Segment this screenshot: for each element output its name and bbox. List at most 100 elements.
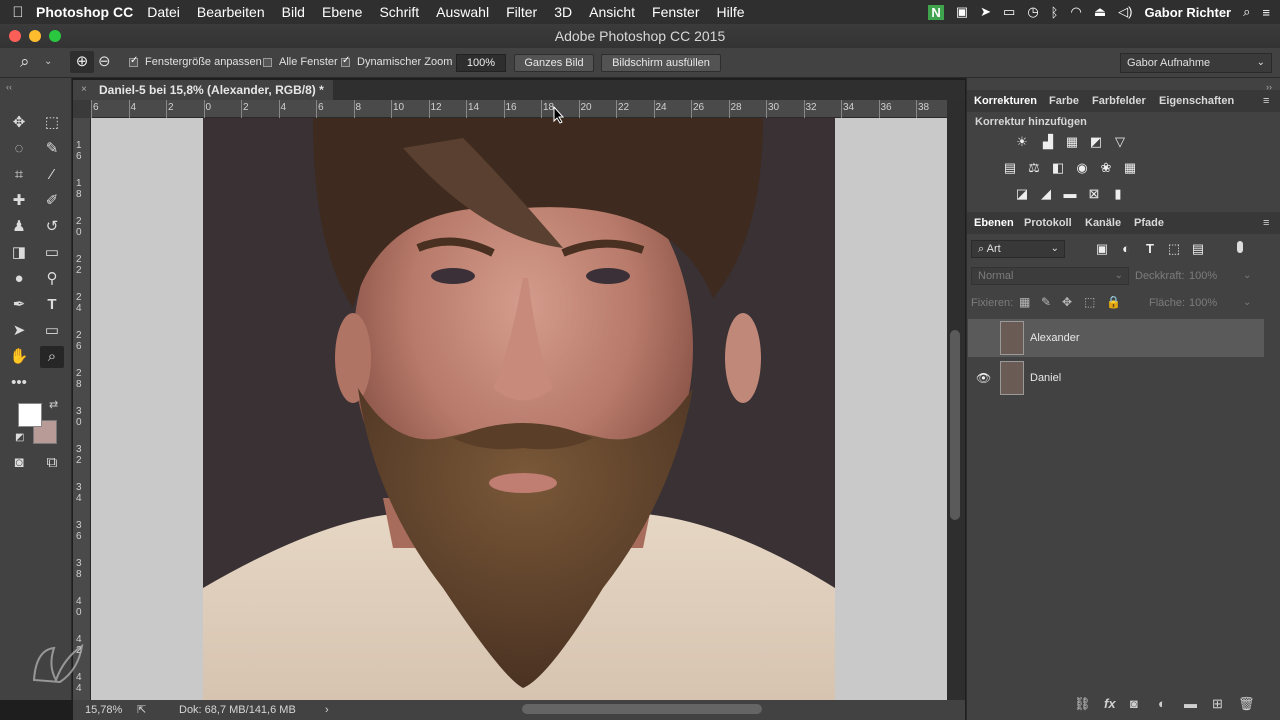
- ruler-origin[interactable]: [73, 100, 91, 118]
- new-layer-icon[interactable]: ⊞: [1212, 696, 1223, 712]
- tab-kanaele[interactable]: Kanäle: [1085, 217, 1121, 229]
- app-menu[interactable]: Photoshop CC: [36, 4, 133, 20]
- color-balance-icon[interactable]: ⚖: [1025, 160, 1043, 176]
- zoom-status[interactable]: 15,78%: [85, 700, 122, 720]
- chevron-down-icon[interactable]: ⌄: [1243, 270, 1251, 281]
- black-white-icon[interactable]: ◧: [1049, 160, 1067, 176]
- filter-toggle[interactable]: [1237, 241, 1243, 253]
- path-selection-tool-icon[interactable]: ➤: [7, 320, 31, 342]
- panel-menu-icon[interactable]: ≡: [1263, 95, 1269, 107]
- zoom-tool-preset-icon[interactable]: ⌕: [20, 52, 30, 72]
- layer-name[interactable]: Alexander: [1030, 332, 1080, 344]
- eraser-tool-icon[interactable]: ◨: [7, 242, 31, 264]
- fill-screen-button[interactable]: Bildschirm ausfüllen: [601, 54, 721, 72]
- clone-stamp-tool-icon[interactable]: ♟: [7, 216, 31, 238]
- gradient-tool-icon[interactable]: ▭: [40, 242, 64, 264]
- menu-ebene[interactable]: Ebene: [322, 4, 362, 20]
- new-group-icon[interactable]: ▬: [1184, 696, 1197, 711]
- brush-tool-icon[interactable]: ✐: [40, 190, 64, 212]
- apple-menu-icon[interactable]: : [0, 4, 36, 21]
- chevron-down-icon[interactable]: ⌄: [44, 56, 52, 67]
- vertical-ruler[interactable]: 1 61 82 02 22 42 62 83 03 23 43 63 84 04…: [73, 100, 91, 700]
- notification-center-icon[interactable]: ≡: [1262, 5, 1270, 20]
- zoom-window-icon[interactable]: [49, 30, 61, 42]
- pen-tool-icon[interactable]: ✒: [7, 294, 31, 316]
- layer-style-icon[interactable]: fx: [1104, 696, 1116, 711]
- marquee-tool-icon[interactable]: ⬚: [40, 112, 64, 134]
- menu-ansicht[interactable]: Ansicht: [589, 4, 635, 20]
- battery-icon[interactable]: ▭: [1003, 4, 1015, 20]
- bluetooth-icon[interactable]: ᛒ: [1051, 5, 1059, 20]
- lasso-tool-icon[interactable]: ◌: [7, 138, 31, 160]
- menu-filter[interactable]: Filter: [506, 4, 537, 20]
- dynamic-zoom-checkbox[interactable]: [341, 55, 350, 67]
- curves-icon[interactable]: ▦: [1063, 134, 1081, 150]
- selective-color-icon[interactable]: ⊠: [1085, 186, 1103, 202]
- more-tools-icon[interactable]: •••: [7, 372, 31, 394]
- fill-field[interactable]: 100%: [1189, 297, 1217, 309]
- fit-window-checkbox[interactable]: [129, 55, 138, 67]
- layer-name[interactable]: Daniel: [1030, 372, 1061, 384]
- status-menu-chevron-icon[interactable]: ›: [325, 700, 329, 720]
- threshold-icon[interactable]: ▬: [1061, 186, 1079, 202]
- menu-bearbeiten[interactable]: Bearbeiten: [197, 4, 265, 20]
- chevron-down-icon[interactable]: ⌄: [1243, 297, 1251, 308]
- screen-mode-icon[interactable]: ⧉: [40, 452, 64, 474]
- menu-bild[interactable]: Bild: [282, 4, 305, 20]
- close-document-icon[interactable]: ×: [81, 80, 87, 100]
- menu-hilfe[interactable]: Hilfe: [717, 4, 745, 20]
- posterize-icon[interactable]: ◢: [1037, 186, 1055, 202]
- filter-type-icon[interactable]: T: [1141, 241, 1159, 257]
- menu-schrift[interactable]: Schrift: [379, 4, 419, 20]
- close-window-icon[interactable]: [9, 30, 21, 42]
- display-icon[interactable]: ▣: [956, 4, 968, 20]
- vibrance-icon[interactable]: ▽: [1111, 134, 1129, 150]
- tab-ebenen[interactable]: Ebenen: [974, 217, 1014, 229]
- opacity-field[interactable]: 100%: [1189, 270, 1217, 282]
- lock-pixels-icon[interactable]: ✎: [1041, 295, 1051, 309]
- quick-mask-icon[interactable]: ◙: [7, 452, 31, 474]
- rectangle-tool-icon[interactable]: ▭: [40, 320, 64, 342]
- filter-shape-icon[interactable]: ⬚: [1165, 241, 1183, 257]
- foreground-color-swatch[interactable]: [18, 403, 42, 427]
- user-name[interactable]: Gabor Richter: [1144, 5, 1231, 20]
- history-brush-tool-icon[interactable]: ↺: [40, 216, 64, 238]
- whole-image-button[interactable]: Ganzes Bild: [514, 54, 594, 72]
- tab-eigenschaften[interactable]: Eigenschaften: [1159, 95, 1234, 107]
- tab-korrekturen[interactable]: Korrekturen: [974, 95, 1037, 107]
- tab-pfade[interactable]: Pfade: [1134, 217, 1164, 229]
- menu-datei[interactable]: Datei: [147, 4, 180, 20]
- swap-colors-icon[interactable]: ⇄: [49, 398, 58, 411]
- move-tool-icon[interactable]: ✥: [7, 112, 31, 134]
- lock-all-icon[interactable]: 🔒: [1106, 295, 1121, 309]
- lock-transparent-icon[interactable]: ▦: [1019, 295, 1030, 309]
- blend-mode-select[interactable]: Normal ⌄: [971, 267, 1129, 285]
- menu-3d[interactable]: 3D: [554, 4, 572, 20]
- workspace-select[interactable]: Gabor Aufnahme ⌄: [1120, 53, 1272, 73]
- layer-mask-icon[interactable]: ◙: [1130, 696, 1138, 711]
- gradient-map-icon[interactable]: ▮: [1109, 186, 1127, 202]
- healing-brush-tool-icon[interactable]: ✚: [7, 190, 31, 212]
- collapse-panel-icon[interactable]: ‹‹: [6, 82, 12, 92]
- eyedropper-tool-icon[interactable]: ⁄: [40, 164, 64, 186]
- panel-menu-icon[interactable]: ≡: [1263, 217, 1269, 229]
- delete-layer-icon[interactable]: 🗑: [1238, 696, 1255, 712]
- invert-icon[interactable]: ◪: [1013, 186, 1031, 202]
- lock-position-icon[interactable]: ✥: [1062, 295, 1072, 309]
- share-icon[interactable]: ⇱: [137, 700, 146, 720]
- volume-icon[interactable]: ◁): [1118, 4, 1132, 20]
- zoom-tool-icon[interactable]: ⌕: [40, 346, 64, 368]
- eject-icon[interactable]: ⏏: [1094, 4, 1106, 20]
- channel-mixer-icon[interactable]: ❀: [1097, 160, 1115, 176]
- canvas-area[interactable]: [91, 118, 947, 700]
- exposure-icon[interactable]: ◩: [1087, 134, 1105, 150]
- blur-tool-icon[interactable]: ●: [7, 268, 31, 290]
- zoom-in-icon[interactable]: ⊕: [70, 51, 94, 73]
- crop-tool-icon[interactable]: ⌗: [7, 164, 31, 186]
- tab-farbe[interactable]: Farbe: [1049, 95, 1079, 107]
- minimize-window-icon[interactable]: [29, 30, 41, 42]
- type-tool-icon[interactable]: T: [40, 294, 64, 316]
- horizontal-scroll-thumb[interactable]: [522, 704, 762, 714]
- dodge-tool-icon[interactable]: ⚲: [40, 268, 64, 290]
- filter-smart-object-icon[interactable]: ▤: [1189, 241, 1207, 257]
